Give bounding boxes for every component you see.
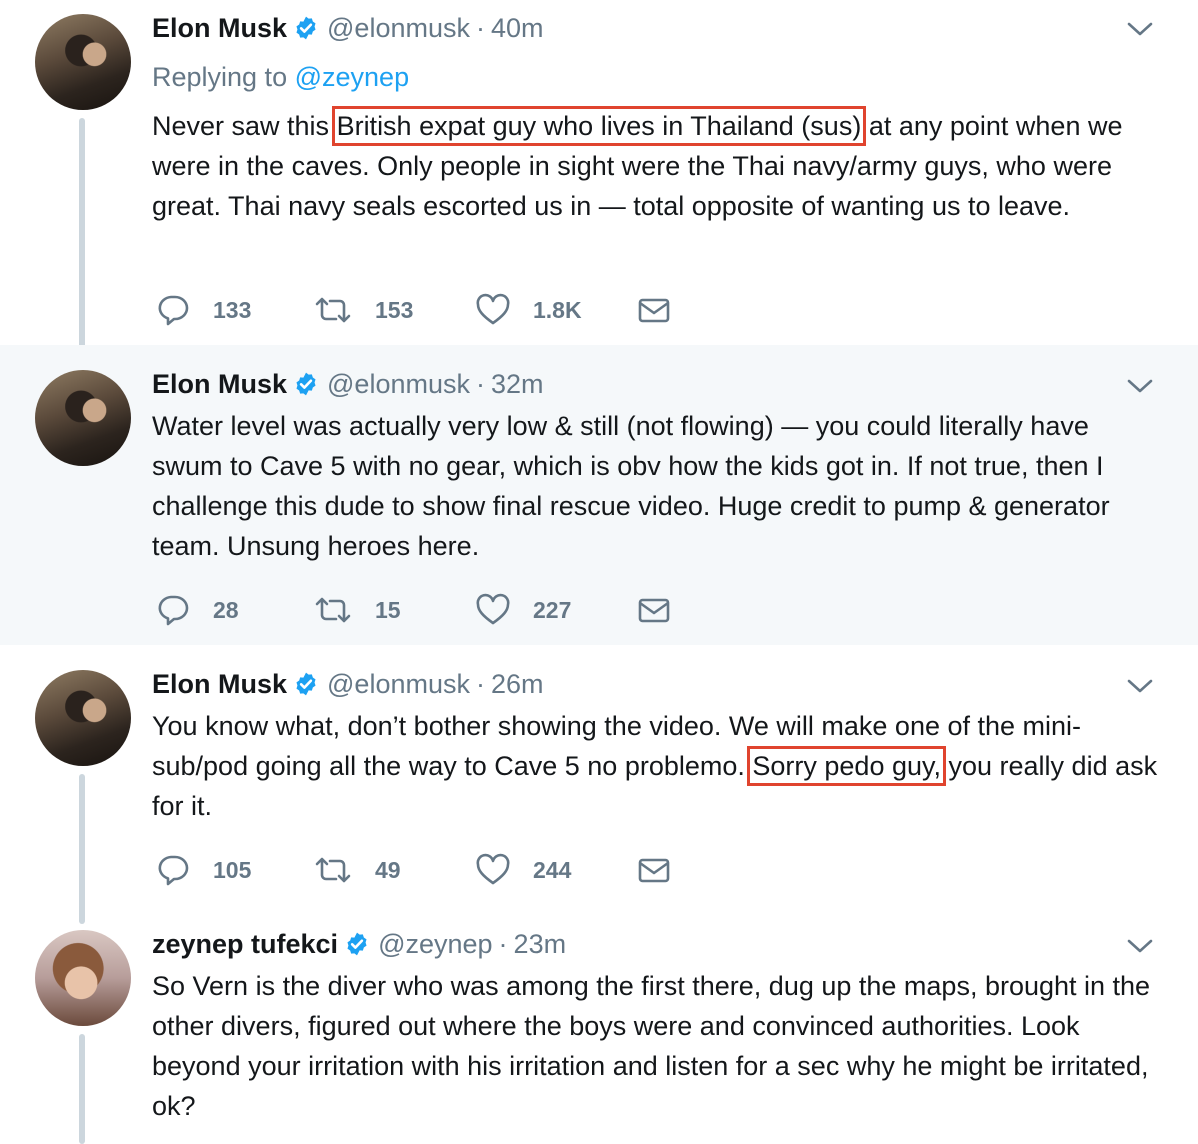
author-name[interactable]: Elon Musk: [152, 13, 287, 44]
chevron-down-icon[interactable]: [1126, 377, 1154, 395]
tweet[interactable]: Elon Musk @elonmusk · 40m Replying to @z…: [0, 0, 1198, 345]
author-handle[interactable]: @zeynep: [378, 929, 492, 960]
retweet-arrows-icon: [313, 592, 353, 628]
retweet-arrows-icon: [313, 852, 353, 888]
verified-badge-icon: [293, 15, 319, 41]
tweet[interactable]: Elon Musk @elonmusk · 32m Water level wa…: [0, 345, 1198, 645]
chevron-down-icon[interactable]: [1126, 677, 1154, 695]
reply-button[interactable]: 28: [155, 592, 239, 628]
separator: ·: [475, 668, 485, 699]
retweet-button[interactable]: 49: [313, 852, 401, 888]
reply-bubble-icon: [155, 292, 191, 328]
like-button[interactable]: 244: [475, 852, 571, 888]
author-handle[interactable]: @elonmusk: [327, 669, 470, 700]
heart-icon: [475, 852, 511, 888]
timestamp[interactable]: 40m: [491, 13, 544, 44]
dm-button[interactable]: [636, 592, 672, 628]
highlighted-phrase: British expat guy who lives in Thailand …: [331, 106, 867, 146]
retweet-arrows-icon: [313, 292, 353, 328]
dm-button[interactable]: [636, 852, 672, 888]
heart-icon: [475, 292, 511, 328]
envelope-icon: [636, 292, 672, 328]
separator: ·: [498, 928, 508, 959]
avatar[interactable]: [35, 670, 131, 766]
reply-count: 28: [213, 596, 239, 623]
like-button[interactable]: 227: [475, 592, 571, 628]
tweet-header: zeynep tufekci @zeynep · 23m: [152, 927, 566, 961]
avatar[interactable]: [35, 14, 131, 110]
tweet-header: Elon Musk @elonmusk · 40m: [152, 11, 544, 45]
verified-badge-icon: [293, 371, 319, 397]
timestamp[interactable]: 32m: [491, 369, 544, 400]
author-name[interactable]: zeynep tufekci: [152, 929, 338, 960]
retweet-count: 153: [375, 296, 414, 323]
tweet-header: Elon Musk @elonmusk · 26m: [152, 667, 544, 701]
chevron-down-icon[interactable]: [1126, 937, 1154, 955]
author-name[interactable]: Elon Musk: [152, 669, 287, 700]
verified-badge-icon: [344, 931, 370, 957]
like-button[interactable]: 1.8K: [475, 292, 582, 328]
timestamp[interactable]: 23m: [514, 929, 567, 960]
author-name[interactable]: Elon Musk: [152, 369, 287, 400]
replying-prefix: Replying to: [152, 62, 288, 92]
author-handle[interactable]: @elonmusk: [327, 369, 470, 400]
tweet-text: Never saw this British expat guy who liv…: [152, 106, 1162, 226]
tweet[interactable]: zeynep tufekci @zeynep · 23m So Vern is …: [0, 915, 1198, 1144]
separator: ·: [475, 12, 485, 43]
like-count: 1.8K: [533, 296, 582, 323]
reply-button[interactable]: 105: [155, 852, 251, 888]
highlighted-phrase: Sorry pedo guy,: [747, 746, 946, 786]
tweet-actions: 133 153 1.8K: [155, 292, 755, 328]
mention-link[interactable]: @zeynep: [295, 62, 409, 92]
like-count: 244: [533, 856, 572, 883]
tweet[interactable]: Elon Musk @elonmusk · 26m You know what,…: [0, 645, 1198, 915]
retweet-button[interactable]: 15: [313, 592, 401, 628]
author-handle[interactable]: @elonmusk: [327, 13, 470, 44]
chevron-down-icon[interactable]: [1126, 20, 1154, 38]
envelope-icon: [636, 592, 672, 628]
tweet-header: Elon Musk @elonmusk · 32m: [152, 367, 544, 401]
tweet-text: Water level was actually very low & stil…: [152, 411, 1110, 561]
dm-button[interactable]: [636, 292, 672, 328]
tweet-actions: 28 15 227: [155, 592, 755, 628]
retweet-button[interactable]: 153: [313, 292, 413, 328]
reply-button[interactable]: 133: [155, 292, 251, 328]
retweet-count: 49: [375, 856, 401, 883]
avatar[interactable]: [35, 930, 131, 1026]
envelope-icon: [636, 852, 672, 888]
replying-to: Replying to @zeynep: [152, 62, 409, 93]
tweet-actions: 105 49 244: [155, 852, 755, 888]
tweet-text: So Vern is the diver who was among the f…: [152, 971, 1151, 1121]
like-count: 227: [533, 596, 572, 623]
heart-icon: [475, 592, 511, 628]
tweet-text: You know what, don’t bother showing the …: [152, 706, 1162, 826]
reply-bubble-icon: [155, 852, 191, 888]
separator: ·: [475, 368, 485, 399]
timestamp[interactable]: 26m: [491, 669, 544, 700]
reply-count: 133: [213, 296, 252, 323]
tweet-text-part: Never saw this: [152, 111, 337, 141]
retweet-count: 15: [375, 596, 401, 623]
avatar[interactable]: [35, 370, 131, 466]
verified-badge-icon: [293, 671, 319, 697]
reply-count: 105: [213, 856, 252, 883]
reply-bubble-icon: [155, 592, 191, 628]
